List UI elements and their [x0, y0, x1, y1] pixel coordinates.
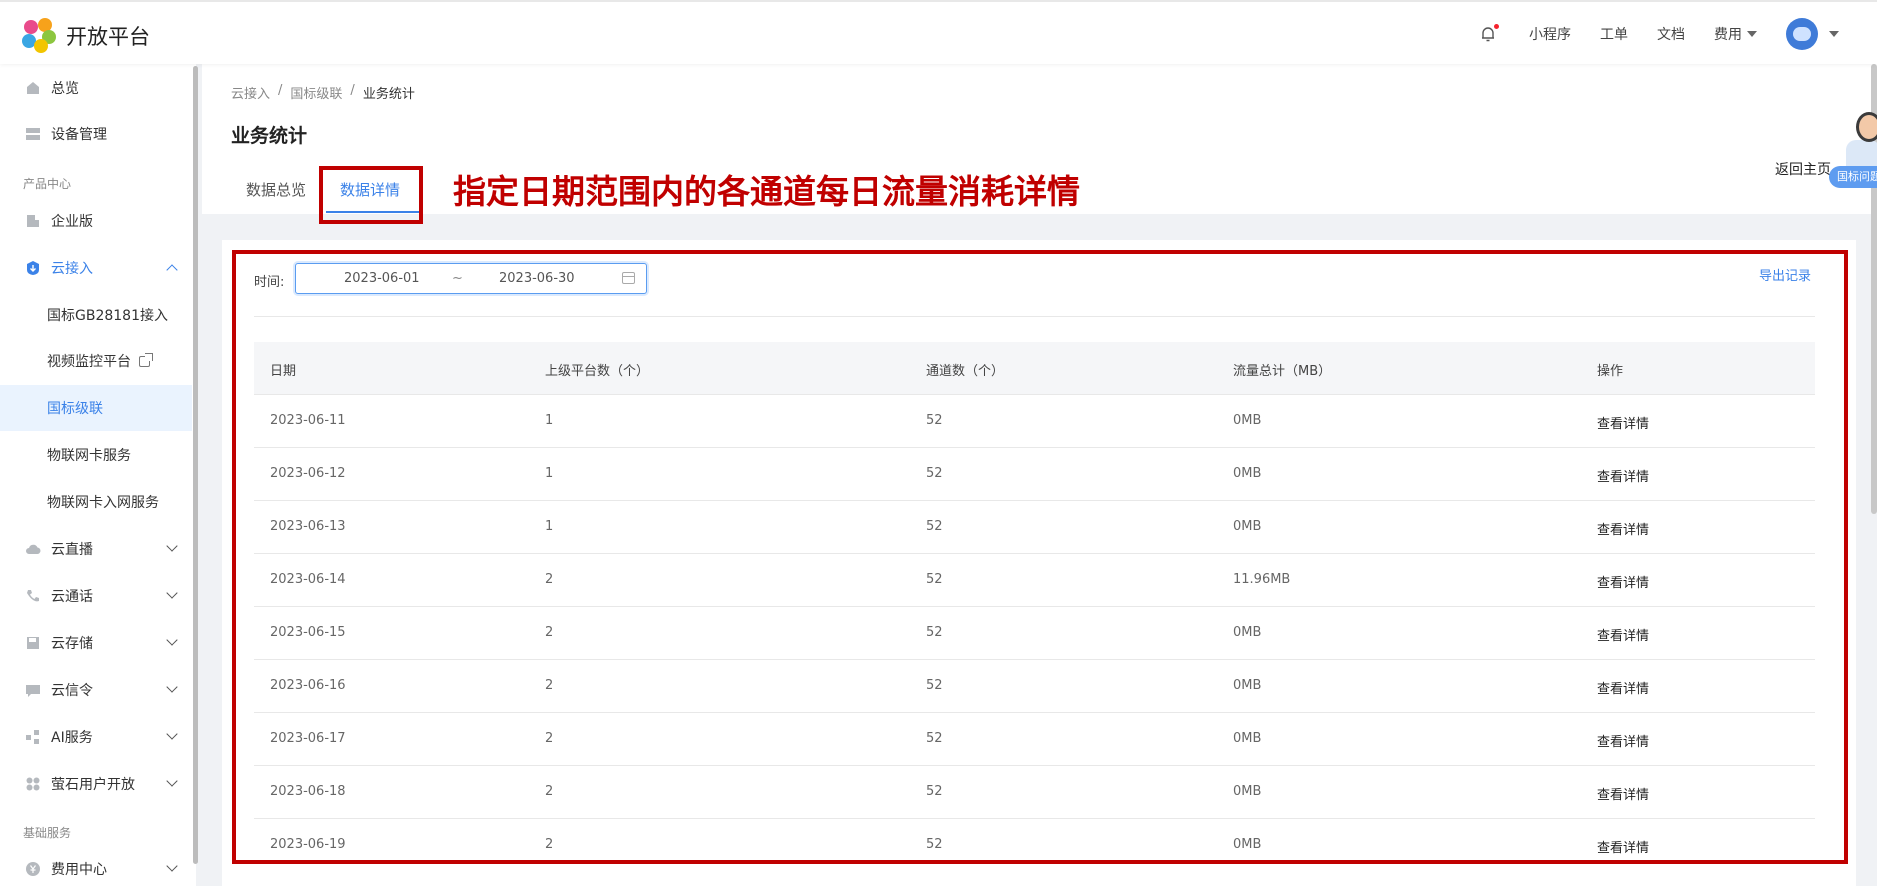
sidebar: 总览 设备管理 产品中心 企业版 云接入 国标GB28181接入 视频监控平台 … — [0, 64, 196, 886]
message-icon — [24, 682, 41, 699]
cloud-icon — [24, 541, 41, 558]
sidebar-item-label: 云存储 — [51, 636, 93, 652]
sidebar-item-ezviz-open[interactable]: 萤石用户开放 — [0, 761, 192, 807]
sidebar-item-label: 云通话 — [51, 589, 93, 605]
breadcrumb-gb-cascade[interactable]: 国标级联 — [290, 83, 342, 102]
sidebar-item-cloud-call[interactable]: 云通话 — [0, 573, 192, 619]
sidebar-item-label: 费用中心 — [51, 862, 107, 878]
sidebar-item-cloud-live[interactable]: 云直播 — [0, 526, 192, 572]
chevron-down-icon — [166, 775, 178, 787]
sidebar-scrollbar[interactable] — [193, 66, 198, 864]
sidebar-item-label: 总览 — [51, 81, 79, 97]
breadcrumb-separator: / — [278, 83, 283, 98]
chevron-down-icon — [1747, 31, 1757, 37]
chevron-down-icon — [166, 587, 178, 599]
sidebar-item-label: 物联网卡服务 — [47, 448, 131, 464]
sidebar-subitem-iot-card[interactable]: 物联网卡服务 — [0, 432, 192, 478]
sidebar-item-fee-center[interactable]: 费用中心 — [0, 846, 192, 886]
sidebar-subitem-video-platform[interactable]: 视频监控平台 — [0, 338, 192, 384]
chevron-down-icon — [1829, 31, 1839, 37]
logo[interactable]: 开放平台 — [22, 18, 150, 54]
grid-icon — [24, 776, 41, 793]
breadcrumb-separator: / — [350, 83, 355, 98]
page-title: 业务统计 — [231, 125, 308, 147]
avatar — [1786, 18, 1818, 50]
chevron-down-icon — [166, 728, 178, 740]
sidebar-item-label: 视频监控平台 — [47, 354, 131, 370]
nav-fee-label: 费用 — [1714, 27, 1742, 43]
nav-ticket[interactable]: 工单 — [1600, 24, 1628, 44]
sidebar-item-label: 国标级联 — [47, 401, 103, 417]
logo-icon — [22, 18, 58, 54]
nav-mini-program[interactable]: 小程序 — [1529, 24, 1571, 44]
ai-icon — [24, 729, 41, 746]
home-icon — [24, 80, 41, 97]
bell-icon[interactable] — [1479, 24, 1499, 43]
device-icon — [24, 126, 41, 143]
top-header: 开放平台 小程序 工单 文档 费用 — [0, 0, 1877, 64]
breadcrumb: 云接入 / 国标级联 / 业务统计 — [231, 83, 423, 102]
user-menu[interactable] — [1786, 18, 1839, 50]
sidebar-item-ai[interactable]: AI服务 — [0, 714, 192, 760]
sidebar-item-label: 设备管理 — [51, 127, 107, 143]
nav-docs[interactable]: 文档 — [1657, 24, 1685, 44]
external-link-icon — [139, 352, 153, 367]
chevron-down-icon — [166, 860, 178, 872]
sidebar-item-enterprise[interactable]: 企业版 — [0, 198, 192, 244]
chevron-down-icon — [166, 540, 178, 552]
sidebar-item-overview[interactable]: 总览 — [0, 65, 192, 111]
sidebar-item-cloud-signal[interactable]: 云信令 — [0, 667, 192, 713]
building-icon — [24, 213, 41, 230]
tab-data-overview[interactable]: 数据总览 — [246, 179, 306, 200]
sidebar-item-label: 企业版 — [51, 214, 93, 230]
sidebar-item-label: AI服务 — [51, 730, 93, 746]
annotation-box-card — [232, 250, 1848, 864]
nav-fee-dropdown[interactable]: 费用 — [1714, 24, 1757, 44]
logo-text: 开放平台 — [66, 25, 150, 49]
sidebar-subitem-iot-card-network[interactable]: 物联网卡入网服务 — [0, 479, 192, 525]
sidebar-subitem-gb28181[interactable]: 国标GB28181接入 — [0, 292, 192, 338]
sidebar-item-cloud-access[interactable]: 云接入 — [0, 245, 192, 291]
chevron-up-icon — [166, 264, 178, 276]
chevron-down-icon — [166, 634, 178, 646]
sidebar-item-cloud-storage[interactable]: 云存储 — [0, 620, 192, 666]
sidebar-item-label: 国标GB28181接入 — [47, 308, 168, 324]
help-pill-button[interactable]: 国标问题 — [1829, 166, 1877, 188]
currency-icon — [24, 861, 41, 878]
annotation-text: 指定日期范围内的各通道每日流量消耗详情 — [453, 172, 1080, 211]
group-title-product: 产品中心 — [23, 177, 72, 191]
phone-icon — [24, 588, 41, 605]
chevron-down-icon — [166, 681, 178, 693]
breadcrumb-current: 业务统计 — [362, 87, 415, 102]
back-home-link[interactable]: 返回主页 — [1775, 159, 1831, 179]
sidebar-item-device[interactable]: 设备管理 — [0, 111, 192, 157]
notification-dot — [1494, 24, 1499, 29]
sidebar-item-label: 云接入 — [51, 261, 93, 277]
save-icon — [24, 635, 41, 652]
sidebar-item-label: 萤石用户开放 — [51, 777, 135, 793]
sidebar-item-label: 云信令 — [51, 683, 93, 699]
sidebar-item-label: 云直播 — [51, 542, 93, 558]
sidebar-item-label: 物联网卡入网服务 — [47, 495, 159, 511]
breadcrumb-cloud-access[interactable]: 云接入 — [231, 83, 270, 102]
group-title-basic: 基础服务 — [23, 826, 72, 840]
top-nav: 小程序 工单 文档 费用 — [1479, 2, 1877, 66]
sidebar-subitem-gb-cascade[interactable]: 国标级联 — [0, 385, 192, 431]
annotation-box-tab — [319, 166, 423, 224]
cloud-access-icon — [24, 260, 41, 277]
